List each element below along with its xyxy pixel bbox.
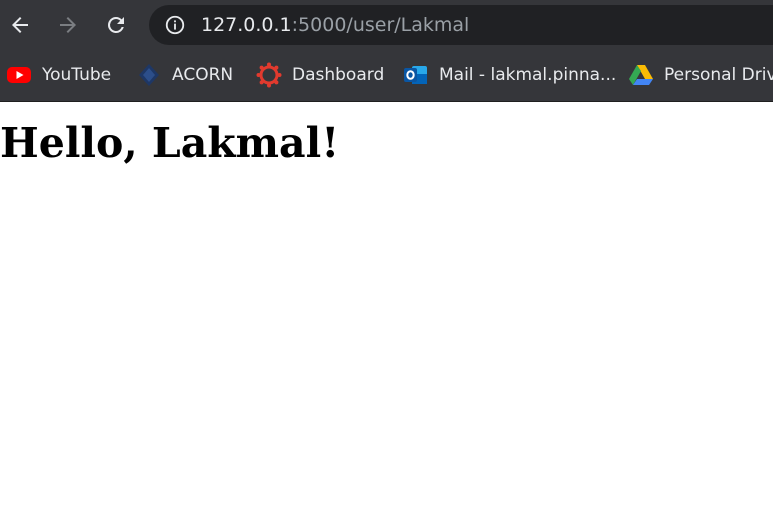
bookmark-acorn[interactable]: ACORN bbox=[136, 59, 233, 91]
info-icon[interactable] bbox=[164, 14, 186, 36]
outlook-icon bbox=[403, 62, 429, 88]
acorn-icon bbox=[136, 62, 162, 88]
url-path: :5000/user/Lakmal bbox=[291, 14, 470, 36]
greeting-heading: Hello, Lakmal! bbox=[0, 119, 340, 167]
url-text[interactable]: 127.0.0.1:5000/user/Lakmal bbox=[201, 14, 469, 36]
bookmark-label: Personal Drive bbox=[664, 65, 773, 85]
reload-button[interactable] bbox=[100, 9, 132, 41]
forward-arrow-icon bbox=[60, 17, 76, 33]
bookmark-label: Dashboard bbox=[292, 65, 385, 85]
dashboard-icon bbox=[256, 62, 282, 88]
bookmark-label: Mail - lakmal.pinna... bbox=[439, 65, 617, 85]
back-button[interactable] bbox=[4, 9, 36, 41]
url-host: 127.0.0.1 bbox=[201, 14, 292, 36]
bookmark-dashboard[interactable]: Dashboard bbox=[256, 59, 384, 91]
youtube-icon bbox=[6, 62, 32, 88]
bookmark-label: YouTube bbox=[42, 65, 112, 85]
back-arrow-icon bbox=[12, 17, 28, 33]
bookmark-personal-drive[interactable]: Personal Drive bbox=[628, 59, 773, 91]
reload-icon bbox=[108, 17, 124, 33]
browser-toolbar: 127.0.0.1:5000/user/Lakmal bbox=[0, 0, 773, 50]
bookmark-youtube[interactable]: YouTube bbox=[6, 59, 111, 91]
google-drive-icon bbox=[628, 62, 654, 88]
address-bar[interactable]: 127.0.0.1:5000/user/Lakmal bbox=[149, 5, 773, 45]
bookmark-label: ACORN bbox=[172, 65, 234, 85]
forward-button[interactable] bbox=[52, 9, 84, 41]
bookmarks-bar: YouTube ACORN Dashboard Mail - lakmal.pi… bbox=[0, 50, 773, 102]
page-content: Hello, Lakmal! bbox=[0, 102, 773, 527]
bookmark-mail[interactable]: Mail - lakmal.pinna... bbox=[403, 59, 616, 91]
